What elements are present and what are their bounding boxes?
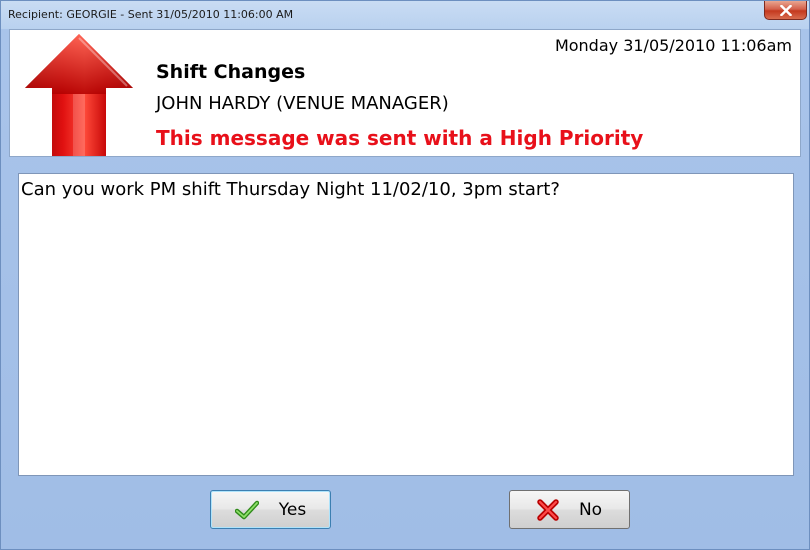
high-priority-arrow-icon — [25, 34, 133, 156]
priority-notice: This message was sent with a High Priori… — [156, 126, 644, 150]
close-icon — [779, 4, 792, 16]
yes-button[interactable]: Yes — [210, 490, 331, 529]
sent-datetime: Monday 31/05/2010 11:06am — [554, 36, 792, 55]
window-title: Recipient: GEORGIE - Sent 31/05/2010 11:… — [8, 8, 294, 21]
message-body-text: Can you work PM shift Thursday Night 11/… — [21, 179, 560, 200]
message-body[interactable]: Can you work PM shift Thursday Night 11/… — [18, 173, 794, 476]
no-button[interactable]: No — [509, 490, 630, 529]
message-subject: Shift Changes — [156, 61, 306, 83]
checkmark-icon — [234, 500, 259, 519]
close-button[interactable] — [764, 1, 807, 20]
message-header: Monday 31/05/2010 11:06am Shift Changes … — [9, 29, 801, 157]
cross-icon — [537, 498, 559, 521]
yes-button-label: Yes — [278, 499, 307, 520]
no-button-label: No — [578, 499, 603, 520]
message-sender: JOHN HARDY (VENUE MANAGER) — [156, 93, 449, 114]
message-window: Recipient: GEORGIE - Sent 31/05/2010 11:… — [0, 0, 810, 550]
title-bar[interactable]: Recipient: GEORGIE - Sent 31/05/2010 11:… — [1, 1, 809, 29]
